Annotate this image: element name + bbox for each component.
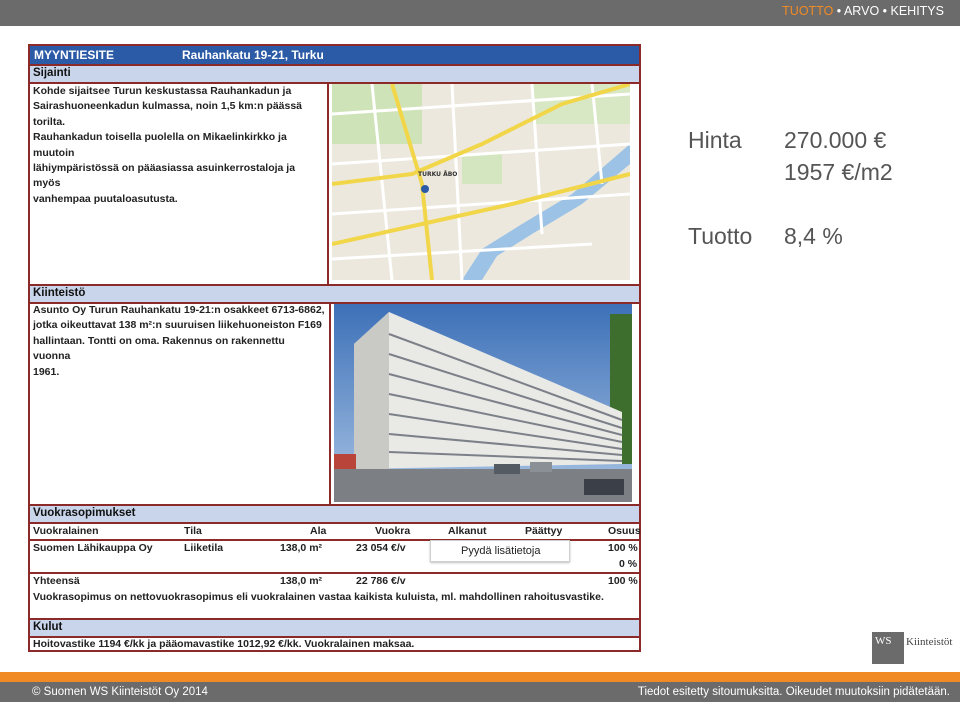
section-kiinteisto-title: Kiinteistö xyxy=(33,287,86,299)
top-navigation: TUOTTO • ARVO • KEHITYS xyxy=(782,4,944,18)
footer-copyright: © Suomen WS Kiinteistöt Oy 2014 xyxy=(32,686,208,698)
lease-note-text: Vuokrasopimus on nettovuokrasopimus eli … xyxy=(33,591,604,603)
section-sijainti-title: Sijainti xyxy=(33,67,71,79)
col-osuus: Osuus xyxy=(608,525,641,537)
building-photo[interactable] xyxy=(334,304,632,502)
kulut-row: Hoitovastike 1194 €/kk ja pääomavastike … xyxy=(30,637,639,653)
col-vuokra: Vuokra xyxy=(375,525,411,537)
section-kulut-title: Kulut xyxy=(33,621,63,633)
kiinteisto-text: Asunto Oy Turun Rauhankatu 19-21:n osakk… xyxy=(33,303,325,380)
logo-mark: WS xyxy=(872,632,904,664)
cell-tenant: Suomen Lähikauppa Oy xyxy=(33,542,153,554)
total-osuus: 100 % xyxy=(608,575,638,587)
sijainti-line: Sairashuoneenkadun kulmassa, noin 1,5 km… xyxy=(33,100,303,128)
section-kiinteisto-header: Kiinteistö xyxy=(30,284,639,304)
total-vuokra: 22 786 €/v xyxy=(356,575,406,587)
section-vuokra-header: Vuokrasopimukset xyxy=(30,504,639,524)
kiinteisto-line: jotka oikeuttavat 138 m²:n suuruisen lii… xyxy=(33,319,322,332)
company-logo: WS Kiinteistöt xyxy=(872,632,952,664)
section-vuokra-title: Vuokrasopimukset xyxy=(33,507,136,519)
top-bar: TUOTTO • ARVO • KEHITYS xyxy=(0,0,960,26)
kiinteisto-line: hallintaan. Tontti on oma. Rakennus on r… xyxy=(33,334,285,363)
divider xyxy=(327,82,329,284)
map-graphic: TURKU ÅBO xyxy=(332,84,630,280)
lease-table-header: Vuokralainen Tila Ala Vuokra Alkanut Pää… xyxy=(30,524,641,540)
tuotto-label: Tuotto xyxy=(688,223,753,249)
divider xyxy=(329,302,331,504)
price-per-m2: 1957 €/m2 xyxy=(784,159,893,185)
nav-separator: • xyxy=(833,4,844,18)
lease-note: Vuokrasopimus on nettovuokrasopimus eli … xyxy=(30,590,639,606)
hinta-value: 270.000 € xyxy=(784,127,887,153)
tuotto-value: 8,4 % xyxy=(784,223,843,249)
sijainti-text: Kohde sijaitsee Turun keskustassa Rauhan… xyxy=(33,84,325,207)
cell-osuus: 100 % xyxy=(608,542,638,554)
total-ala: 138,0 m² xyxy=(280,575,323,587)
col-alkanut: Alkanut xyxy=(448,525,487,537)
sijainti-line: vanhempaa puutaloasutusta. xyxy=(33,192,178,205)
kulut-text: Hoitovastike 1194 €/kk ja pääomavastike … xyxy=(33,638,415,650)
section-kulut-header: Kulut xyxy=(30,618,639,638)
cell-osuus: 0 % xyxy=(619,558,638,570)
accent-stripe xyxy=(0,672,960,682)
sijainti-line: lähiympäristössä on pääasiassa asuinkerr… xyxy=(33,162,296,190)
col-vuokralainen: Vuokralainen xyxy=(33,525,99,537)
nav-tuotto[interactable]: TUOTTO xyxy=(782,4,833,18)
table-total-row: Yhteensä 138,0 m² 22 786 €/v 100 % xyxy=(30,574,639,590)
request-info-button[interactable]: Pyydä lisätietoja xyxy=(430,540,570,562)
sheet-address: Rauhankatu 19-21, Turku xyxy=(182,48,324,62)
cell-ala: 138,0 m² xyxy=(280,542,323,554)
footer-bar: © Suomen WS Kiinteistöt Oy 2014 Tiedot e… xyxy=(0,682,960,702)
nav-kehitys[interactable]: KEHITYS xyxy=(891,4,945,18)
logo-text: Kiinteistöt xyxy=(906,636,953,648)
col-tila: Tila xyxy=(184,525,202,537)
map-city-label: TURKU ÅBO xyxy=(418,171,457,178)
nav-separator: • xyxy=(879,4,891,18)
request-info-label: Pyydä lisätietoja xyxy=(461,545,541,557)
nav-arvo[interactable]: ARVO xyxy=(844,4,879,18)
col-paattyy: Päättyy xyxy=(525,525,563,537)
total-label: Yhteensä xyxy=(33,575,80,587)
footer-disclaimer: Tiedot esitetty sitoumuksitta. Oikeudet … xyxy=(637,686,950,698)
cell-tila: Liiketila xyxy=(184,542,224,554)
sijainti-line: Rauhankadun toisella puolella on Mikaeli… xyxy=(33,131,287,159)
logo-mark-text: WS xyxy=(875,635,892,647)
section-sijainti-header: Sijainti xyxy=(30,64,639,84)
location-map[interactable]: TURKU ÅBO xyxy=(332,84,630,280)
kiinteisto-line: Asunto Oy Turun Rauhankatu 19-21:n osakk… xyxy=(33,304,325,316)
building-photo-graphic xyxy=(334,304,632,502)
kiinteisto-line: 1961. xyxy=(33,365,60,378)
sheet-header: MYYNTIESITE Rauhankatu 19-21, Turku xyxy=(30,46,639,64)
cell-vuokra: 23 054 €/v xyxy=(356,542,406,554)
hinta-label: Hinta xyxy=(688,127,742,153)
col-ala: Ala xyxy=(310,525,327,537)
sheet-title: MYYNTIESITE xyxy=(34,48,115,62)
sijainti-line: Kohde sijaitsee Turun keskustassa Rauhan… xyxy=(33,85,292,97)
